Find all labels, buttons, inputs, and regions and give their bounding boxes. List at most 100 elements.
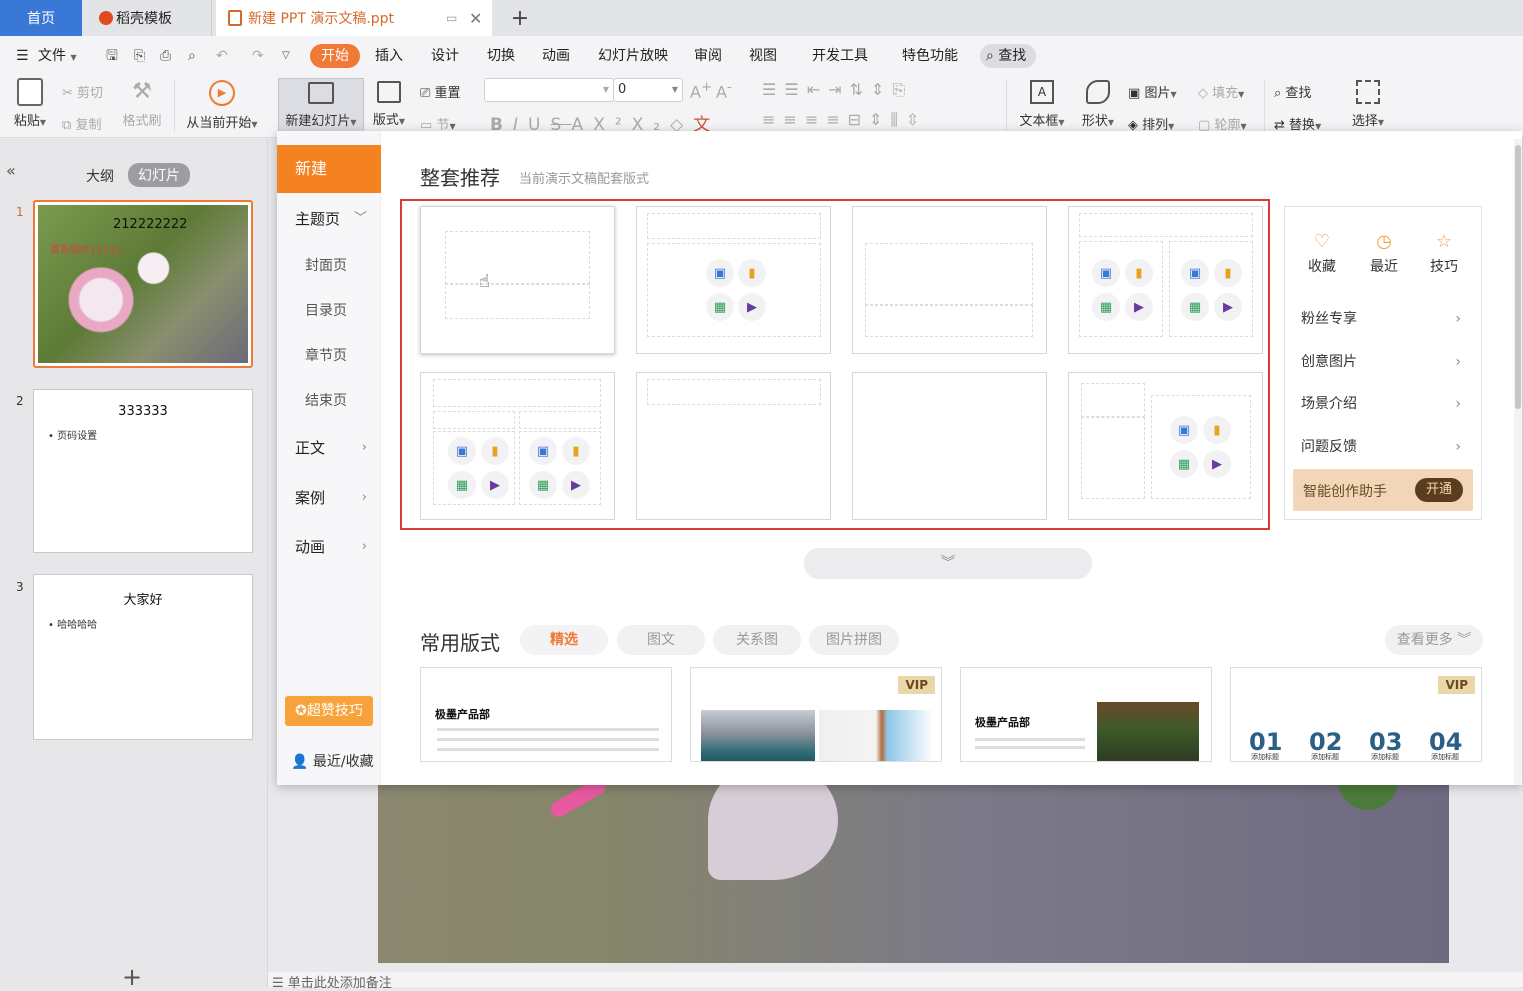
text-direction-icon[interactable]: ⇅ (850, 80, 871, 99)
layout-card[interactable]: 极墨产品部 (420, 667, 672, 762)
menu-file[interactable]: 文件 ▼ (38, 44, 77, 68)
nav-cover[interactable]: 封面页 (277, 246, 381, 286)
nav-case[interactable]: 案例 › (277, 478, 381, 518)
filter-photo-collage[interactable]: 图片拼图 (809, 625, 899, 655)
spacing-icon[interactable]: ⇳ (906, 110, 927, 129)
indent-icon[interactable]: ⇥ (828, 80, 849, 99)
layout-button[interactable]: 版式▼ (370, 78, 408, 128)
shape-button[interactable]: 形状▼ (1078, 78, 1118, 129)
open-vip-button[interactable]: 开通 (1415, 478, 1463, 502)
layout-template[interactable]: ☝ (420, 206, 615, 354)
recent-fav-button[interactable]: 👤 最近/收藏 (291, 751, 374, 771)
justify-icon[interactable]: ≡ (826, 110, 847, 129)
expand-more-button[interactable]: ︾ (804, 548, 1092, 579)
numbering-icon[interactable]: ☰ (784, 80, 806, 99)
menu-design[interactable]: 设计 (431, 44, 459, 68)
nav-new[interactable]: 新建 (277, 145, 381, 193)
shrink-font-icon[interactable]: A- (716, 80, 732, 101)
bullets-icon[interactable]: ☰ (762, 80, 784, 99)
filter-image-text[interactable]: 图文 (617, 625, 705, 655)
copy-button[interactable]: ⧉ 复制 (62, 114, 101, 133)
collapse-panel-icon[interactable]: « (6, 161, 16, 180)
menu-devtools[interactable]: 开发工具 (812, 44, 868, 68)
tab-document[interactable]: 新建 PPT 演示文稿.ppt ▭ ✕ (216, 0, 492, 36)
paste-button[interactable]: 粘贴▼ (12, 78, 48, 129)
layout-template[interactable] (852, 372, 1047, 520)
layout-template[interactable]: ▣ ▮ ▦ ▶ ▣ ▮ ▦ ▶ (1068, 206, 1263, 354)
print-preview-icon[interactable]: ⌕ (188, 44, 196, 68)
layout-template[interactable]: ▣ ▮ ▦ ▶ (636, 206, 831, 354)
tips-button[interactable]: ✪超赞技巧 (285, 696, 373, 726)
menu-switch[interactable]: 切换 (487, 44, 515, 68)
menu-slideshow[interactable]: 幻灯片放映 (598, 44, 668, 68)
current-slide-canvas[interactable] (378, 780, 1449, 963)
customize-chevron-icon[interactable]: ▽ (282, 44, 290, 68)
nav-end[interactable]: 结束页 (277, 381, 381, 421)
export-icon[interactable]: ⎘ (134, 44, 145, 68)
columns-icon[interactable]: ⫼ (890, 110, 905, 129)
align-left-icon[interactable]: ≡ (762, 110, 783, 129)
menu-review[interactable]: 审阅 (694, 44, 722, 68)
slide-thumb-3[interactable]: 大家好 • 哈哈哈哈 (33, 574, 253, 740)
layout-card[interactable]: VIP 01 02 03 04 添加标题 添加标题 添加标题 添加标题 (1230, 667, 1482, 762)
layout-card[interactable]: 极墨产品部 (960, 667, 1212, 762)
side-link-creative[interactable]: 创意图片 › (1301, 343, 1465, 381)
fill-button[interactable]: ◇ 填充▼ (1198, 82, 1244, 101)
print-icon[interactable]: ⎙ (160, 44, 171, 68)
filter-featured[interactable]: 精选 (520, 625, 608, 655)
filter-relation[interactable]: 关系图 (713, 625, 801, 655)
find-button[interactable]: ⌕ 查找 (1274, 82, 1311, 101)
distribute-icon[interactable]: ⊟ (848, 110, 869, 129)
side-link-feedback[interactable]: 问题反馈 › (1301, 428, 1465, 466)
paragraph-spacing-icon[interactable]: ⇕ (869, 110, 890, 129)
textbox-button[interactable]: A 文本框▼ (1016, 78, 1068, 129)
play-from-current-button[interactable]: ▶ 从当前开始▼ (183, 78, 261, 131)
notes-area[interactable]: ☰ 单击此处添加备注 (268, 972, 1523, 991)
redo-icon[interactable]: ↷ (252, 44, 264, 68)
format-brush-button[interactable]: ⚒ 格式刷 (120, 78, 164, 129)
grow-font-icon[interactable]: A+ (690, 80, 712, 101)
font-name-select[interactable]: ▼ (484, 78, 614, 102)
recent-button[interactable]: ◷ 最近 (1363, 231, 1405, 276)
cut-button[interactable]: ✂ 剪切 (62, 82, 103, 101)
slide-thumb-2[interactable]: 333333 • 页码设置 (33, 389, 253, 553)
menu-start[interactable]: 开始 (310, 44, 360, 68)
new-slide-button[interactable]: 新建幻灯片▼ (278, 78, 364, 134)
line-spacing-icon[interactable]: ⇕ (871, 80, 892, 99)
menu-view[interactable]: 视图 (749, 44, 777, 68)
hamburger-icon[interactable]: ☰ (16, 44, 29, 68)
nav-theme[interactable]: 主题页 ﹀ (277, 199, 381, 239)
tab-home[interactable]: 首页 (0, 0, 82, 36)
layout-template[interactable]: ▣ ▮ ▦ ▶ ▣ ▮ ▦ ▶ (420, 372, 615, 520)
align-center-icon[interactable]: ≡ (783, 110, 804, 129)
scrollbar-thumb[interactable] (1515, 145, 1521, 409)
font-size-select[interactable]: 0 ▼ (613, 78, 683, 102)
undo-icon[interactable]: ↶ (216, 44, 228, 68)
menu-search[interactable]: ⌕ 查找 (980, 44, 1037, 68)
layout-card[interactable]: VIP (690, 667, 942, 762)
monitor-icon[interactable]: ▭ (446, 11, 457, 25)
ai-assistant-banner[interactable]: 智能创作助手 开通 (1293, 469, 1473, 511)
picture-button[interactable]: ▣ 图片▼ (1128, 82, 1177, 101)
nav-body[interactable]: 正文 › (277, 428, 381, 468)
menu-insert[interactable]: 插入 (375, 44, 403, 68)
close-tab-icon[interactable]: ✕ (469, 9, 482, 28)
tips-side-button[interactable]: ☆ 技巧 (1423, 231, 1465, 276)
tab-docer-templates[interactable]: 稻壳模板 (87, 0, 212, 36)
slide-thumb-1[interactable]: 212222222 首系组片11111 (33, 200, 253, 368)
layout-template[interactable]: ▣ ▮ ▦ ▶ (1068, 372, 1263, 520)
layout-template[interactable] (636, 372, 831, 520)
save-icon[interactable]: 🖫 (106, 44, 118, 68)
nav-anim[interactable]: 动画 › (277, 527, 381, 567)
nav-chapter[interactable]: 章节页 (277, 336, 381, 376)
new-tab-button[interactable]: + (505, 0, 535, 36)
text-fit-icon[interactable]: ⎘ (892, 80, 913, 99)
menu-special[interactable]: 特色功能 (902, 44, 958, 68)
fav-button[interactable]: ♡ 收藏 (1301, 231, 1343, 276)
side-link-scene[interactable]: 场景介绍 › (1301, 385, 1465, 423)
select-button[interactable]: 选择▼ (1348, 78, 1388, 129)
nav-toc[interactable]: 目录页 (277, 291, 381, 331)
outdent-icon[interactable]: ⇤ (807, 80, 828, 99)
align-right-icon[interactable]: ≡ (805, 110, 826, 129)
side-link-fans[interactable]: 粉丝专享 › (1301, 300, 1465, 338)
